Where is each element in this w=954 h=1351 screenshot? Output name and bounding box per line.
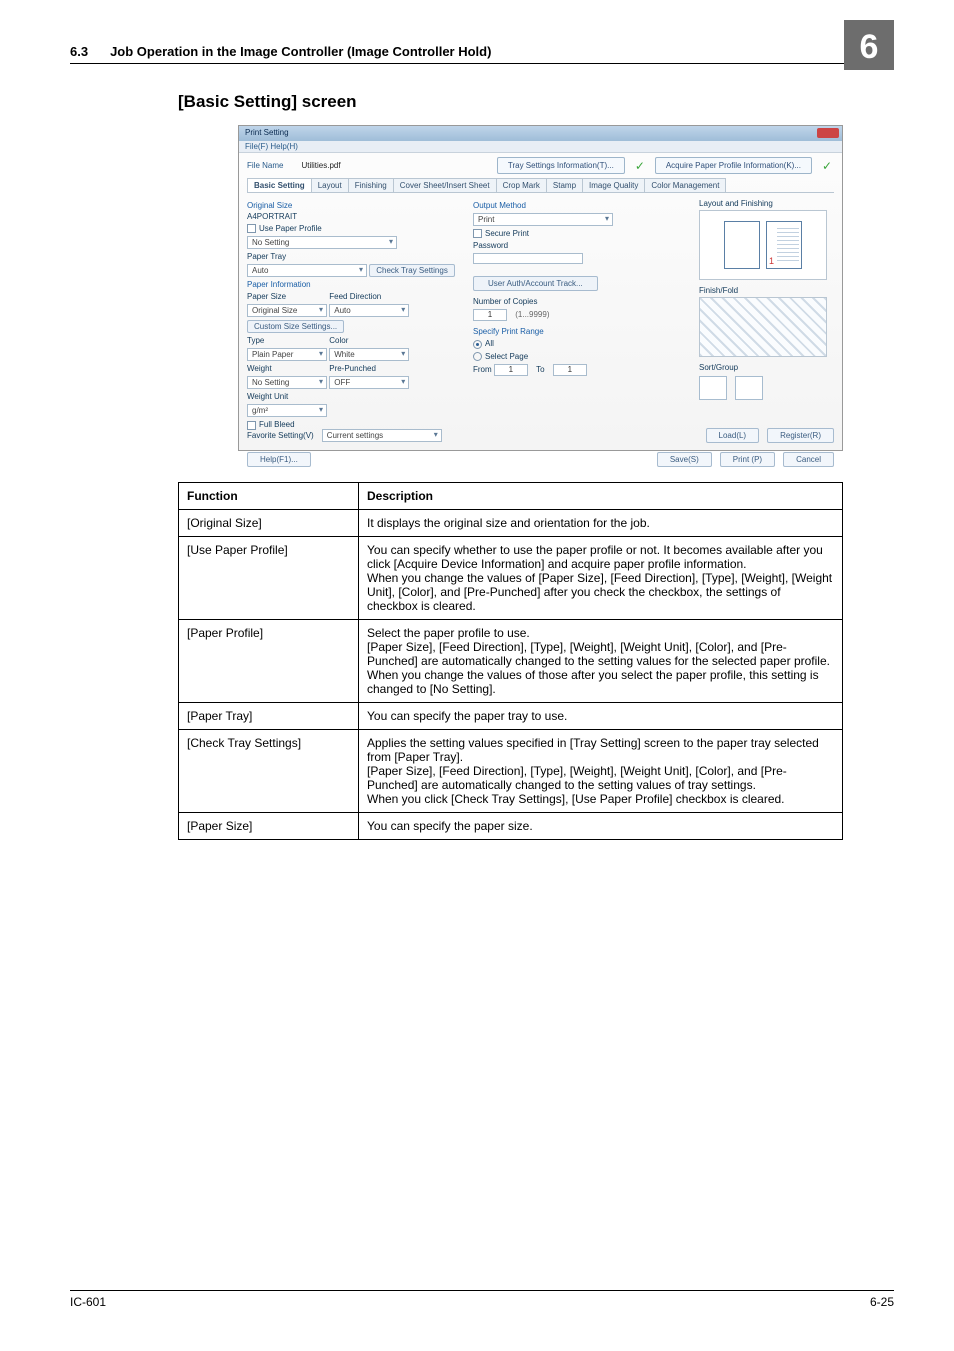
help-button[interactable]: Help(F1)...	[247, 452, 311, 467]
table-row: [Paper Tray]You can specify the paper tr…	[179, 703, 843, 730]
file-name-value: Utilities.pdf	[301, 161, 340, 170]
use-paper-profile-checkbox[interactable]	[247, 224, 256, 233]
print-range-label: Specify Print Range	[473, 327, 685, 336]
register-button[interactable]: Register(R)	[767, 428, 834, 443]
subheading: [Basic Setting] screen	[178, 92, 357, 112]
load-button[interactable]: Load(L)	[706, 428, 760, 443]
type-label: Type	[247, 336, 327, 345]
user-auth-button[interactable]: User Auth/Account Track...	[473, 276, 598, 291]
settings-tabs: Basic Setting Layout Finishing Cover She…	[247, 178, 834, 193]
secure-print-label: Secure Print	[485, 229, 529, 238]
check-icon: ✓	[822, 160, 834, 172]
weight-unit-label: Weight Unit	[247, 392, 459, 401]
prepunched-dropdown[interactable]: OFF	[329, 376, 409, 389]
select-page-label: Select Page	[485, 352, 528, 361]
table-row: [Paper Profile]Select the paper profile …	[179, 620, 843, 703]
function-header: Function	[179, 483, 359, 510]
tab-color-mgmt[interactable]: Color Management	[644, 178, 726, 192]
layout-finishing-label: Layout and Finishing	[699, 199, 834, 208]
table-row: [Paper Size]You can specify the paper si…	[179, 813, 843, 840]
feed-direction-dropdown[interactable]: Auto	[329, 304, 409, 317]
all-label: All	[485, 339, 494, 348]
sort-group-label: Sort/Group	[699, 363, 834, 372]
footer-right: 6-25	[870, 1295, 894, 1309]
check-icon: ✓	[635, 160, 647, 172]
tab-crop-mark[interactable]: Crop Mark	[496, 178, 547, 192]
window-title: Print Setting	[245, 128, 289, 137]
tab-cover-insert[interactable]: Cover Sheet/Insert Sheet	[393, 178, 497, 192]
window-title-bar: Print Setting	[239, 126, 842, 141]
favorite-setting-label: Favorite Setting(V)	[247, 431, 314, 440]
sort-group-icons	[699, 376, 834, 400]
weight-label: Weight	[247, 364, 327, 373]
function-table: Function Description [Original Size]It d…	[178, 482, 843, 840]
color-label: Color	[329, 336, 409, 345]
tab-stamp[interactable]: Stamp	[546, 178, 583, 192]
tab-image-quality[interactable]: Image Quality	[582, 178, 645, 192]
tab-layout[interactable]: Layout	[311, 178, 349, 192]
feed-direction-label: Feed Direction	[329, 292, 409, 301]
tab-basic-setting[interactable]: Basic Setting	[247, 178, 312, 192]
cancel-button[interactable]: Cancel	[783, 452, 834, 467]
from-input[interactable]: 1	[494, 364, 528, 376]
to-input[interactable]: 1	[553, 364, 587, 376]
original-size-label: Original Size	[247, 201, 459, 210]
tab-finishing[interactable]: Finishing	[348, 178, 394, 192]
use-paper-profile-label: Use Paper Profile	[259, 224, 322, 233]
copies-range: (1...9999)	[515, 310, 549, 319]
print-setting-screenshot: Print Setting File(F) Help(H) File Name …	[238, 125, 843, 451]
check-tray-settings-button[interactable]: Check Tray Settings	[369, 264, 455, 277]
sheet-icon	[724, 221, 760, 269]
paper-information-label: Paper Information	[247, 280, 459, 289]
paper-tray-label: Paper Tray	[247, 252, 459, 261]
select-page-radio[interactable]	[473, 352, 482, 361]
sheet-icon: 1	[766, 221, 802, 269]
output-method-dropdown[interactable]: Print	[473, 213, 613, 226]
paper-size-dropdown[interactable]: Original Size	[247, 304, 327, 317]
save-button[interactable]: Save(S)	[657, 452, 712, 467]
finish-fold-label: Finish/Fold	[699, 286, 834, 295]
table-row: [Original Size]It displays the original …	[179, 510, 843, 537]
table-row: [Use Paper Profile]You can specify wheth…	[179, 537, 843, 620]
paper-profile-dropdown[interactable]: No Setting	[247, 236, 397, 249]
custom-size-button[interactable]: Custom Size Settings...	[247, 320, 344, 333]
copies-input[interactable]: 1	[473, 309, 507, 321]
original-size-value: A4PORTRAIT	[247, 212, 459, 221]
dialog-footer: Favorite Setting(V) Current settings Loa…	[247, 428, 834, 443]
file-name-label: File Name	[247, 161, 283, 170]
chapter-badge: 6	[844, 20, 894, 70]
password-label: Password	[473, 241, 685, 250]
paper-size-label: Paper Size	[247, 292, 327, 301]
description-header: Description	[359, 483, 843, 510]
weight-dropdown[interactable]: No Setting	[247, 376, 327, 389]
all-radio[interactable]	[473, 340, 482, 349]
footer-left: IC-601	[70, 1295, 106, 1309]
table-row: [Check Tray Settings]Applies the setting…	[179, 730, 843, 813]
section-number: 6.3	[70, 44, 88, 59]
weight-unit-dropdown[interactable]: g/m²	[247, 404, 327, 417]
output-method-label: Output Method	[473, 201, 685, 210]
section-title: Job Operation in the Image Controller (I…	[110, 44, 491, 59]
copies-label: Number of Copies	[473, 297, 685, 306]
acquire-paper-profile-button[interactable]: Acquire Paper Profile Information(K)...	[655, 157, 812, 174]
paper-tray-dropdown[interactable]: Auto	[247, 264, 367, 277]
print-button[interactable]: Print (P)	[720, 452, 775, 467]
finish-fold-preview	[699, 297, 827, 357]
prepunched-label: Pre-Punched	[329, 364, 409, 373]
close-icon[interactable]	[817, 128, 839, 138]
from-label: From	[473, 365, 492, 374]
to-label: To	[536, 365, 544, 374]
type-dropdown[interactable]: Plain Paper	[247, 348, 327, 361]
layout-preview: 1	[699, 210, 827, 280]
password-input[interactable]	[473, 253, 583, 264]
favorite-setting-dropdown[interactable]: Current settings	[322, 429, 442, 442]
tray-settings-info-button[interactable]: Tray Settings Information(T)...	[497, 157, 625, 174]
color-dropdown[interactable]: White	[329, 348, 409, 361]
menu-bar[interactable]: File(F) Help(H)	[239, 141, 842, 153]
secure-print-checkbox[interactable]	[473, 229, 482, 238]
